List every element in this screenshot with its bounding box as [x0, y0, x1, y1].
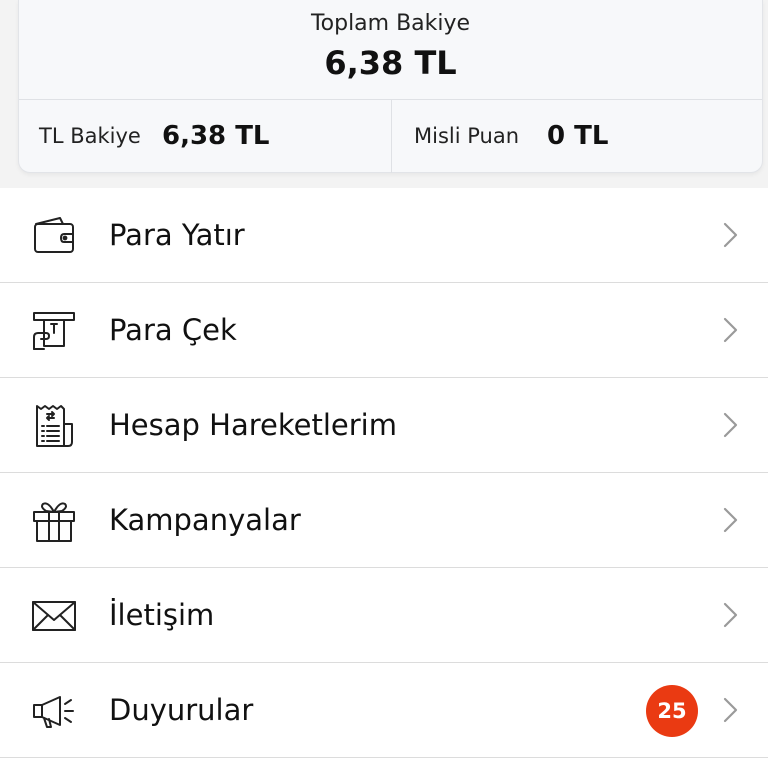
card-divider-vertical	[391, 100, 392, 173]
menu-item-kampanyalar[interactable]: Kampanyalar	[0, 473, 768, 568]
chevron-right-icon	[723, 317, 738, 343]
chevron-right-icon	[723, 222, 738, 248]
chevron-right-icon	[723, 412, 738, 438]
menu-item-para-yatir[interactable]: Para Yatır	[0, 188, 768, 283]
menu-item-hesap-hareketlerim[interactable]: Hesap Hareketlerim	[0, 378, 768, 473]
total-balance-label: Toplam Bakiye	[310, 11, 471, 36]
chevron-right-icon	[723, 697, 738, 723]
account-menu: Para Yatır Para Çek Hesap Hareketlerim K…	[0, 188, 768, 768]
tl-balance-label: TL Bakiye	[39, 124, 141, 148]
menu-item-iletisim[interactable]: İletişim	[0, 568, 768, 663]
wallet-icon	[30, 214, 78, 258]
receipt-icon	[30, 404, 78, 448]
notification-badge: 25	[646, 685, 698, 737]
menu-label: Para Yatır	[109, 218, 245, 252]
atm-withdraw-icon	[30, 309, 78, 353]
megaphone-icon	[30, 689, 78, 733]
chevron-right-icon	[723, 602, 738, 628]
balance-area: Toplam Bakiye 6,38 TL TL Bakiye 6,38 TL …	[0, 0, 768, 188]
chevron-right-icon	[723, 507, 738, 533]
points-value: 0 TL	[547, 121, 609, 151]
total-balance-value: 6,38 TL	[324, 44, 457, 82]
envelope-icon	[30, 594, 78, 638]
menu-item-duyurular[interactable]: Duyurular 25	[0, 663, 768, 758]
menu-label: Duyurular	[109, 693, 254, 727]
gift-icon	[30, 499, 78, 543]
balance-card: Toplam Bakiye 6,38 TL TL Bakiye 6,38 TL …	[18, 0, 763, 173]
menu-label: Kampanyalar	[109, 503, 301, 537]
tl-balance-value: 6,38 TL	[162, 121, 270, 151]
menu-label: Hesap Hareketlerim	[109, 408, 397, 442]
menu-item-para-cek[interactable]: Para Çek	[0, 283, 768, 378]
menu-label: Para Çek	[109, 313, 237, 347]
menu-label: İletişim	[109, 598, 215, 632]
points-label: Misli Puan	[414, 124, 520, 148]
